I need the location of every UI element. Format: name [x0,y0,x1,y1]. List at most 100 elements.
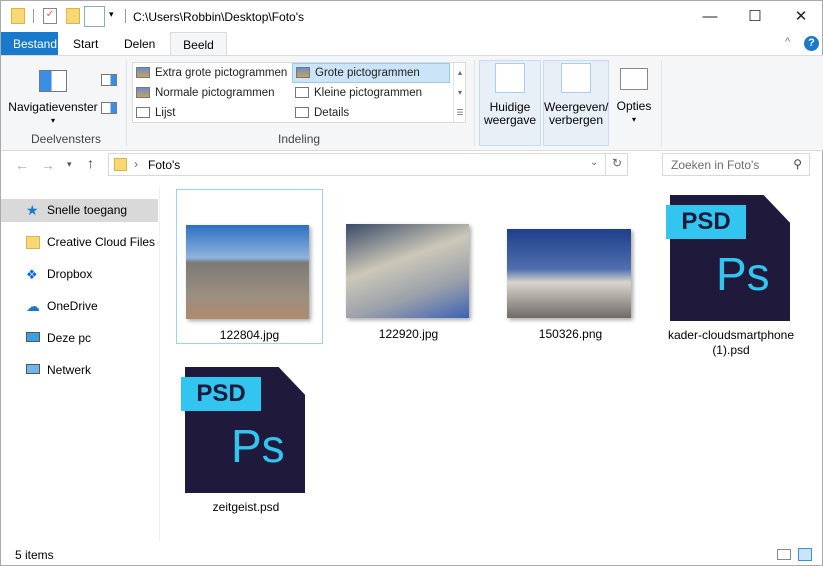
nav-item-dropbox[interactable]: ❖ Dropbox [1,263,158,286]
label: weergave [483,113,537,127]
breadcrumb-chevron-icon: › [134,157,138,171]
file-name: 122804.jpg [219,328,280,342]
tab-beeld[interactable]: Beeld [170,32,227,56]
details-view-toggle-icon[interactable] [777,549,791,560]
label: Dropbox [47,267,93,281]
separator [125,9,126,23]
details-icon [295,107,309,118]
search-icon: ⚲ [793,157,802,171]
file-item[interactable]: PSD Ps kader-cloudsmartphone (1).psd [661,189,801,359]
show-hide-button[interactable]: Weergeven/ verbergen [543,60,609,146]
navigation-pane-icon [39,70,67,92]
tab-start[interactable]: Start [61,32,110,56]
options-button[interactable]: Opties ▾ [613,60,655,146]
large-icons-view-toggle-icon[interactable] [798,548,812,561]
label: Snelle toegang [47,203,128,217]
psd-badge: PSD [666,205,746,239]
folder-icon [11,8,25,24]
forward-button[interactable]: → [41,157,55,173]
file-item[interactable]: PSD Ps zeitgeist.psd [176,361,316,521]
cloud-icon: ☁ [26,298,40,314]
photoshop-file-icon: PSD Ps [181,367,307,493]
navigation-pane: ★ Snelle toegang Creative Cloud Files ❖ Dr… [1,187,159,542]
file-name: 122920.jpg [378,327,439,341]
ribbon-tabs: Bestand Start Delen Beeld ^ ? [1,32,823,56]
folder-icon [26,236,40,249]
layout-extra-large-icons[interactable]: Extra grote pictogrammen [133,64,291,84]
nav-item-network[interactable]: Netwerk [1,359,158,382]
search-placeholder: Zoeken in Foto's [671,158,760,172]
properties-icon[interactable]: ✓ [43,8,57,24]
tab-bestand[interactable]: Bestand [1,32,58,56]
layout-list[interactable]: Lijst [133,104,291,124]
breadcrumb-foto-s[interactable]: Foto's [148,158,180,172]
maximize-button[interactable]: ☐ [732,1,778,31]
large-icons-icon [296,67,310,78]
label: verbergen [548,113,604,127]
collapse-ribbon-icon[interactable]: ^ [785,36,790,48]
navigation-pane-label: Navigatievenster [8,100,98,114]
label: OneDrive [47,299,98,313]
star-icon: ★ [26,202,39,218]
preview-pane-icon[interactable] [101,74,117,86]
recent-locations-icon[interactable]: ▾ [67,159,72,170]
layout-large-icons[interactable]: Grote pictogrammen [292,63,450,83]
label: Kleine pictogrammen [314,87,423,99]
show-hide-icon [561,63,591,93]
layout-details[interactable]: Details [292,104,450,124]
layout-gallery: Extra grote pictogrammen Grote pictogram… [132,62,466,123]
layout-small-icons[interactable]: Kleine pictogrammen [292,84,450,104]
label: Details [314,107,350,119]
label: Deze pc [47,331,92,345]
refresh-icon[interactable]: ↻ [612,156,622,170]
address-bar[interactable]: › Foto's ⌄ ↻ [108,153,628,176]
network-icon [26,364,40,374]
new-folder-icon[interactable] [66,8,80,24]
nav-item-creative-cloud[interactable]: Creative Cloud Files [1,231,158,254]
image-thumbnail [507,229,631,318]
file-name: zeitgeist.psd [212,500,280,514]
file-item[interactable]: 150326.png [497,189,644,344]
label: Creative Cloud Files [47,235,156,249]
dropbox-icon: ❖ [26,267,38,282]
close-button[interactable]: ✕ [778,1,823,31]
nav-item-onedrive[interactable]: ☁ OneDrive [1,295,158,318]
layout-medium-icons[interactable]: Normale pictogrammen [133,84,291,104]
options-icon [620,68,648,90]
file-item[interactable]: 122920.jpg [335,189,482,344]
search-input[interactable]: Zoeken in Foto's ⚲ [662,153,810,176]
gallery-scroll[interactable]: ▴ ▾ ☰ [453,63,466,122]
extra-large-icons-icon [136,67,150,78]
customize-toolbar-icon[interactable]: ▾ [109,9,114,20]
separator [126,60,127,146]
tab-delen[interactable]: Delen [112,32,167,56]
help-icon[interactable]: ? [804,36,819,51]
quick-access-blank-button[interactable] [84,6,105,27]
separator [661,60,662,146]
group-label-indeling: Indeling [278,132,321,146]
separator [474,60,475,146]
window-title: C:\Users\Robbin\Desktop\Foto's [133,10,305,24]
title-bar: ✓ ▾ C:\Users\Robbin\Desktop\Foto's — ☐ ✕ [1,1,823,32]
separator [33,9,34,23]
computer-icon [26,332,40,342]
details-pane-icon[interactable] [101,102,117,114]
address-dropdown-icon[interactable]: ⌄ [590,157,598,168]
nav-item-this-pc[interactable]: Deze pc [1,327,158,350]
list-icon [136,107,150,118]
label: Opties [616,99,652,113]
image-thumbnail [346,224,469,318]
ps-logo: Ps [231,420,285,472]
minimize-button[interactable]: — [687,1,733,31]
file-item[interactable]: 122804.jpg [176,189,323,344]
current-view-button[interactable]: Huidige weergave [479,60,541,146]
photoshop-file-icon: PSD Ps [666,195,792,321]
back-button[interactable]: ← [15,157,29,173]
label: Normale pictogrammen [155,87,275,99]
label: Netwerk [47,363,92,377]
nav-item-quick-access[interactable]: ★ Snelle toegang [1,199,158,222]
up-button[interactable]: ↑ [87,155,94,171]
label: Lijst [155,107,176,119]
file-name: 150326.png [538,327,603,341]
medium-icons-icon [136,87,150,98]
